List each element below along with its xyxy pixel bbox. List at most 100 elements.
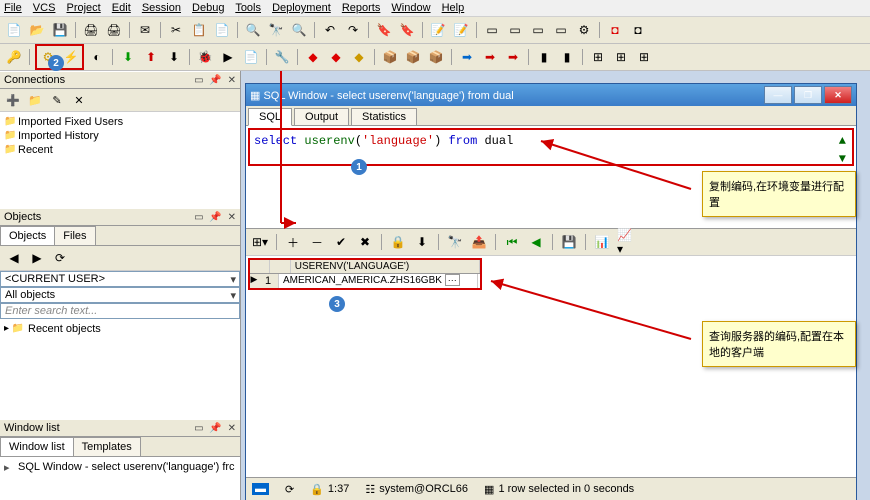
menu-deployment[interactable]: Deployment [272,2,331,14]
redo-icon[interactable]: ↷ [343,20,363,40]
connections-tree[interactable]: Imported Fixed Users Imported History Re… [0,112,240,208]
lock-icon[interactable]: 🔒 [388,232,408,252]
add-row-icon[interactable]: ＋ [283,232,303,252]
sql-editor[interactable]: select userenv('language') from dual ▲ ▼ [248,128,854,166]
tree-item[interactable]: Recent [4,143,236,157]
cut-icon[interactable]: ✂ [166,20,186,40]
replace-icon[interactable]: 🔍 [289,20,309,40]
sql-window-titlebar[interactable]: ▦ SQL Window - select userenv('language'… [246,84,856,106]
db-icon[interactable]: ◘ [605,20,625,40]
search-input[interactable]: Enter search text... [0,303,240,319]
binoculars-icon[interactable]: 🔭 [266,20,286,40]
tab-output[interactable]: Output [294,108,349,125]
rollback-icon[interactable]: ⬆ [141,47,161,67]
bookmark-icon[interactable]: 🔖 [374,20,394,40]
first-icon[interactable]: ⏮ [502,232,522,252]
refresh-icon[interactable]: ⟳ [285,483,294,496]
grid3-icon[interactable]: ⊞ [634,47,654,67]
ellipsis-button[interactable]: ··· [445,274,460,286]
result-grid[interactable]: USERENV('LANGUAGE') ▶ 1 AMERICAN_AMERICA… [248,258,482,290]
notes2-icon[interactable]: 📝 [451,20,471,40]
db3-icon[interactable]: ⬇ [164,47,184,67]
arrow-right-icon[interactable]: ➡ [457,47,477,67]
bookmark2-icon[interactable]: 🔖 [397,20,417,40]
menu-tools[interactable]: Tools [235,2,261,14]
notes-icon[interactable]: 📝 [428,20,448,40]
window4-icon[interactable]: ▭ [551,20,571,40]
chart-icon[interactable]: 📊 [592,232,612,252]
objects-list[interactable]: Recent objects [0,319,240,419]
windowlist-item[interactable]: SQL Window - select userenv('language') … [4,460,236,474]
debug-icon[interactable]: 🐞 [195,47,215,67]
window1-icon[interactable]: ▭ [482,20,502,40]
print2-icon[interactable]: 🖨 [104,20,124,40]
dock-icon[interactable]: ▭ [194,423,203,434]
redbox1-icon[interactable]: 📦 [380,47,400,67]
arrow-right2-icon[interactable]: ➡ [480,47,500,67]
save-icon[interactable]: 💾 [50,20,70,40]
menu-edit[interactable]: Edit [112,2,131,14]
tab-files[interactable]: Files [54,226,95,245]
windowlist-body[interactable]: SQL Window - select userenv('language') … [0,457,240,500]
new-icon[interactable]: 📄 [4,20,24,40]
dock-icon[interactable]: ▭ [194,75,203,86]
menu-project[interactable]: Project [66,2,100,14]
filter-dropdown[interactable]: All objects [0,287,240,303]
copy-icon[interactable]: 📋 [189,20,209,40]
menu-session[interactable]: Session [142,2,181,14]
arrow-right3-icon[interactable]: ➡ [503,47,523,67]
export-icon[interactable]: 📤 [469,232,489,252]
print-icon[interactable]: 🖨 [81,20,101,40]
chart2-icon[interactable]: 📈▾ [616,232,636,252]
del-row-icon[interactable]: － [307,232,327,252]
column-header[interactable]: USERENV('LANGUAGE') [291,260,480,273]
back-icon[interactable]: ◀ [4,248,24,268]
close-icon[interactable]: ✕ [228,212,236,223]
red1-icon[interactable]: ◆ [303,47,323,67]
red2-icon[interactable]: ◆ [326,47,346,67]
paste-icon[interactable]: 📄 [212,20,232,40]
recent-objects[interactable]: Recent objects [4,322,236,336]
undo-icon[interactable]: ↶ [320,20,340,40]
menu-window[interactable]: Window [391,2,430,14]
tab-sql[interactable]: SQL [248,108,292,126]
find2-icon[interactable]: 🔭 [445,232,465,252]
conn-edit-icon[interactable]: ✎ [48,91,66,109]
minimize-button[interactable]: — [764,86,792,104]
pin-icon[interactable]: 📌 [209,212,221,223]
grid-mode-icon[interactable]: ⊞▾ [250,232,270,252]
window2-icon[interactable]: ▭ [505,20,525,40]
compile-icon[interactable]: 📄 [241,47,261,67]
db2-icon[interactable]: ◘ [628,20,648,40]
prev-icon[interactable]: ◀ [526,232,546,252]
table-row[interactable]: ▶ 1 AMERICAN_AMERICA.ZHS16GBK ··· [250,274,480,288]
close-button[interactable]: ✕ [824,86,852,104]
conn-add-icon[interactable]: ➕ [4,91,22,109]
tree-item[interactable]: Imported History [4,129,236,143]
redbox3-icon[interactable]: 📦 [426,47,446,67]
tab-objects[interactable]: Objects [0,226,55,245]
fwd-icon[interactable]: ▶ [27,248,47,268]
grid2-icon[interactable]: ⊞ [611,47,631,67]
open-icon[interactable]: 📂 [27,20,47,40]
dock-icon[interactable]: ▭ [194,212,203,223]
break-icon[interactable]: ⚡ [61,47,81,67]
bar2-icon[interactable]: ▮ [557,47,577,67]
pin-icon[interactable]: 📌 [209,423,221,434]
redbox2-icon[interactable]: 📦 [403,47,423,67]
tree-item[interactable]: Imported Fixed Users [4,115,236,129]
refresh-icon[interactable]: ⟳ [50,248,70,268]
nav-down-icon[interactable]: ▼ [839,152,846,166]
maximize-button[interactable]: ❐ [794,86,822,104]
save2-icon[interactable]: 💾 [559,232,579,252]
step-icon[interactable]: ▶ [218,47,238,67]
cell-value[interactable]: AMERICAN_AMERICA.ZHS16GBK ··· [279,274,478,288]
menu-file[interactable]: File [4,2,22,14]
grid-icon[interactable]: ⊞ [588,47,608,67]
commit-icon[interactable]: ⬇ [118,47,138,67]
wrench-icon[interactable]: 🔧 [272,47,292,67]
close-icon[interactable]: ✕ [228,75,236,86]
menu-debug[interactable]: Debug [192,2,224,14]
tab-templates[interactable]: Templates [73,437,141,456]
tab-windowlist[interactable]: Window list [0,437,74,456]
